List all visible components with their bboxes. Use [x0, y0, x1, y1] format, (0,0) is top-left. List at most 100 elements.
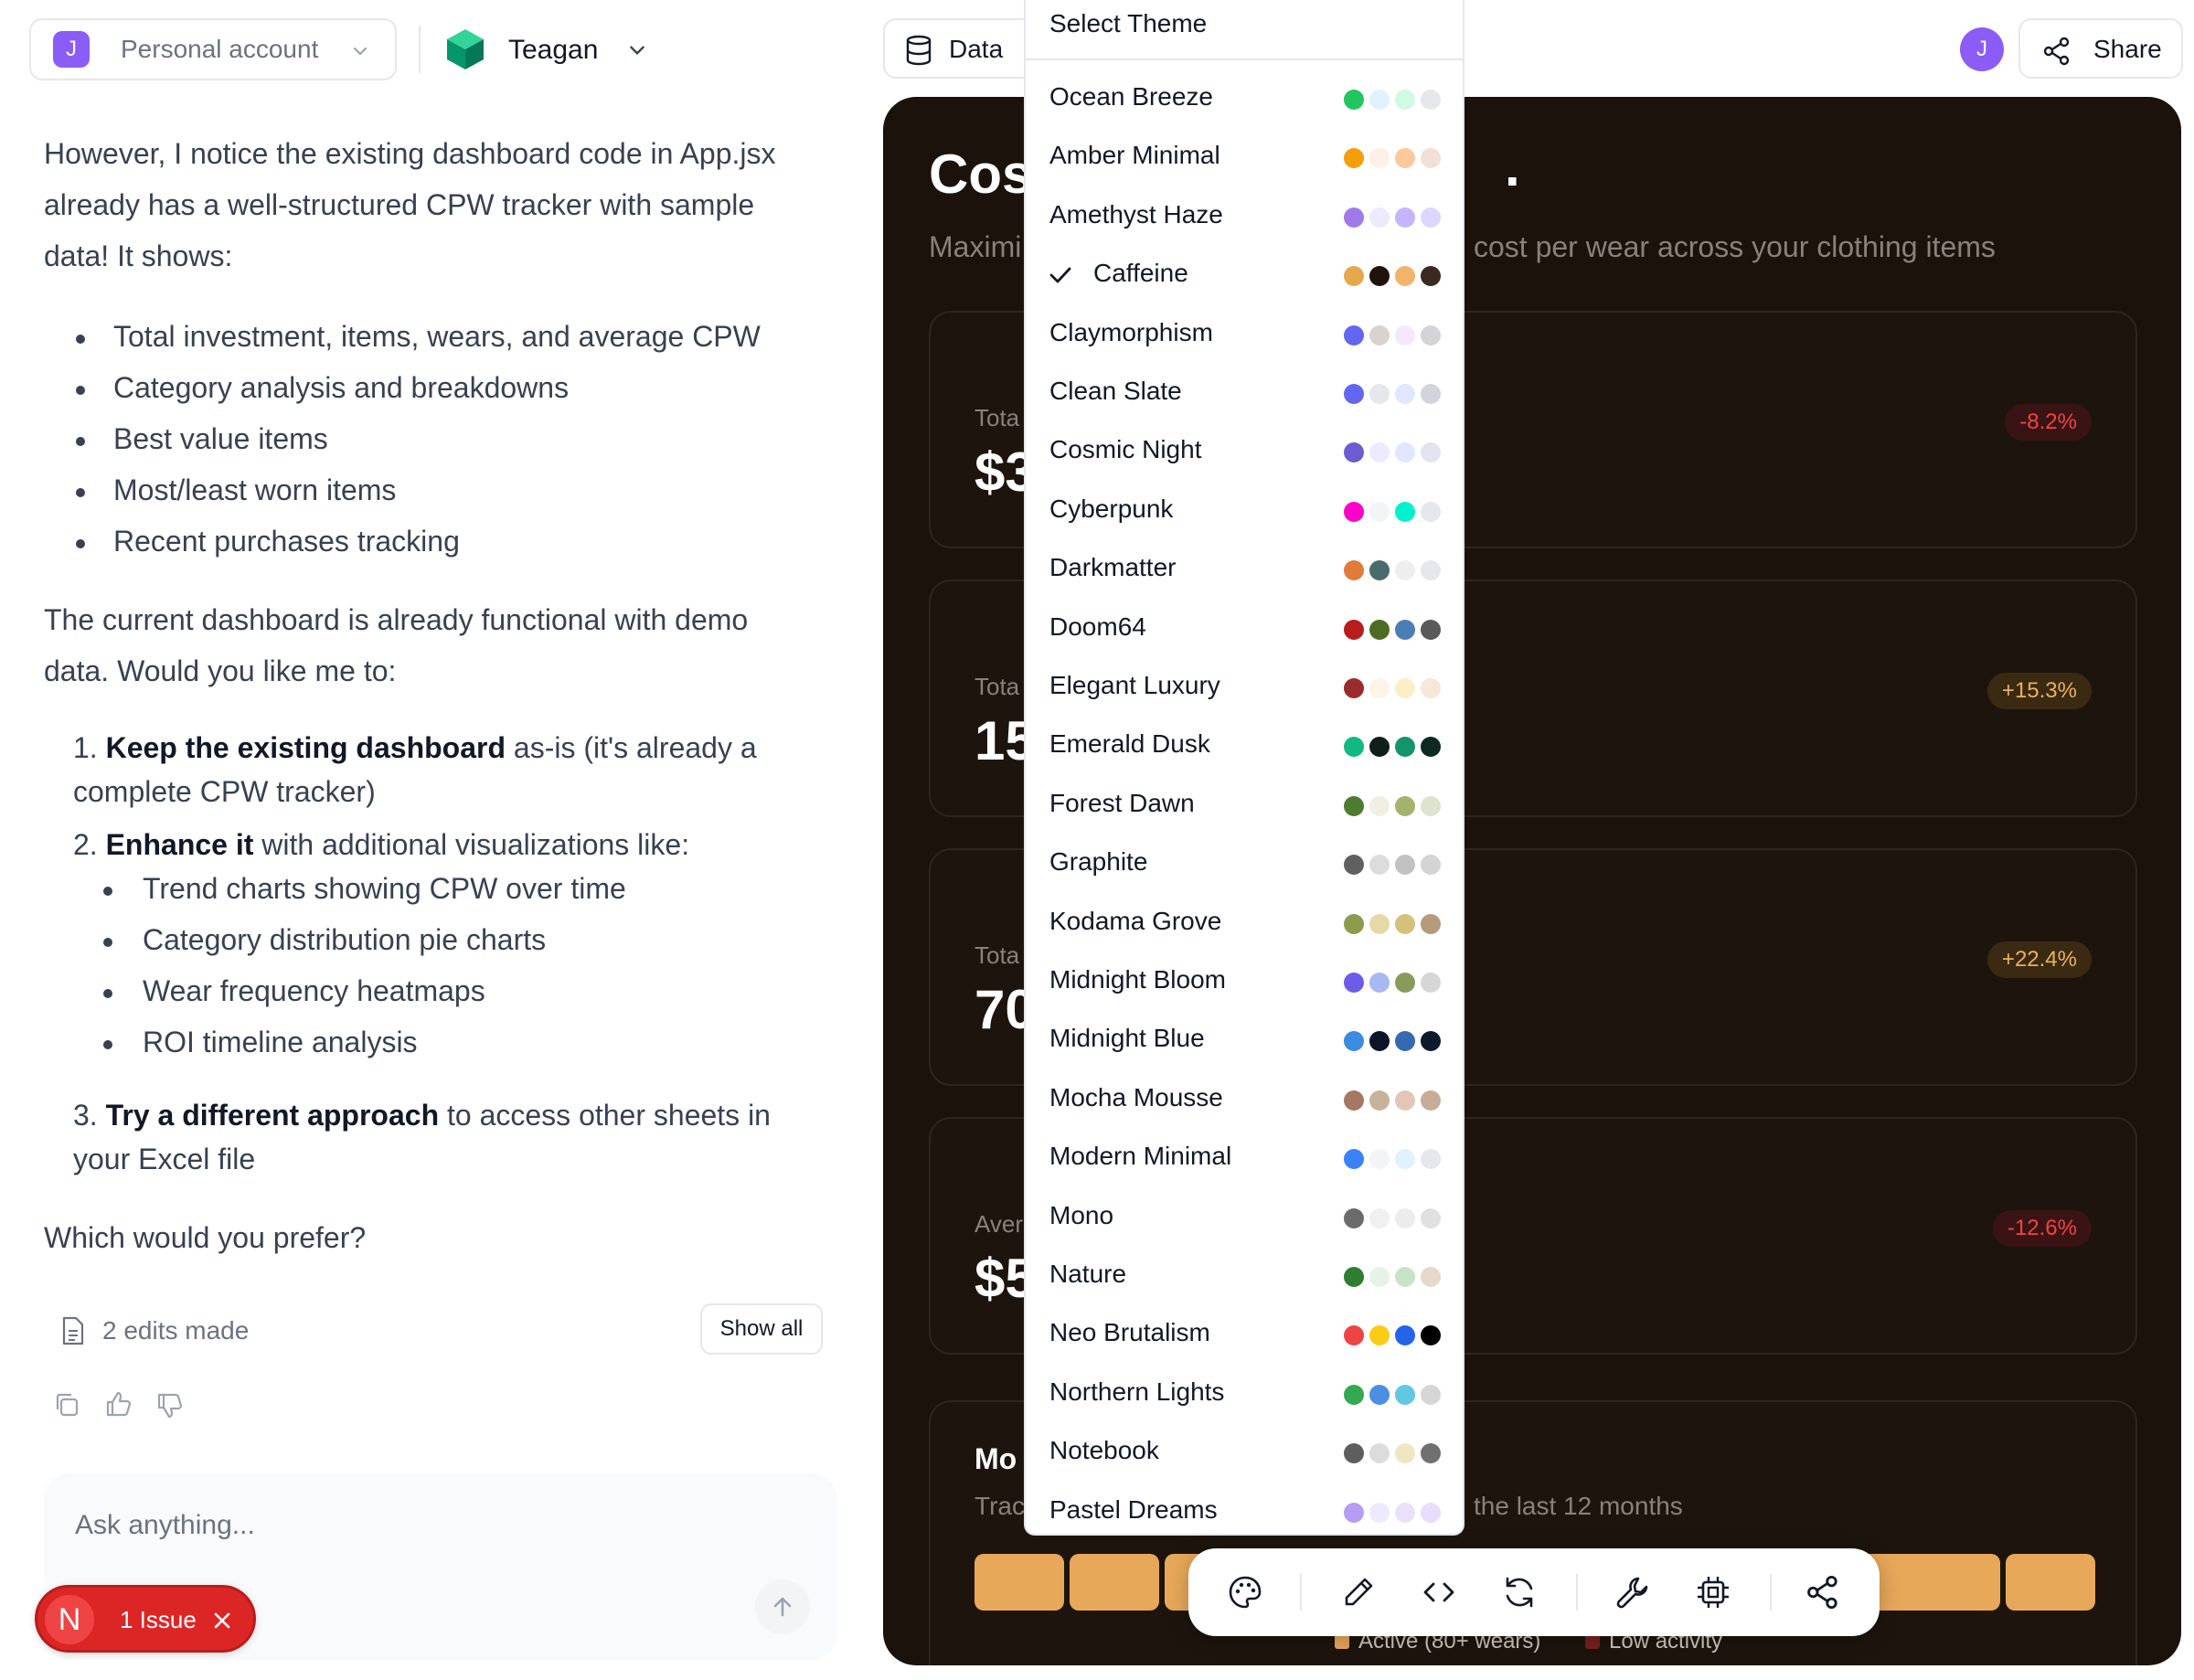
theme-option[interactable]: Caffeine — [1026, 246, 1463, 304]
theme-color-swatch — [1395, 855, 1415, 876]
theme-option[interactable]: Midnight Bloom — [1026, 952, 1463, 1011]
user-avatar[interactable]: J — [1960, 27, 2004, 71]
copy-icon[interactable] — [53, 1391, 80, 1419]
theme-option[interactable]: Neo Brutalism — [1026, 1305, 1463, 1364]
theme-option[interactable]: Emerald Dusk — [1026, 717, 1463, 775]
theme-option[interactable]: Mocha Mousse — [1026, 1070, 1463, 1129]
stat-label: Tota — [975, 404, 1020, 431]
edit-button[interactable] — [1337, 1570, 1380, 1614]
floating-toolbar — [1188, 1548, 1880, 1636]
bullet-dot — [76, 539, 85, 548]
theme-dropdown[interactable]: Select Theme Ocean Breeze Amber Minimal Am… — [1024, 0, 1464, 1536]
send-button[interactable] — [755, 1579, 810, 1634]
intro-line: data! It shows: — [44, 239, 233, 272]
theme-color-swatch — [1395, 678, 1415, 698]
edits-label: 2 edits made — [102, 1316, 250, 1345]
account-switcher[interactable]: J Personal account — [29, 18, 397, 80]
issue-label: 1 Issue — [120, 1606, 197, 1633]
thumbs-down-icon[interactable] — [155, 1391, 185, 1420]
refresh-button[interactable] — [1497, 1570, 1541, 1614]
theme-option[interactable]: Kodama Grove — [1026, 894, 1463, 952]
theme-option[interactable]: Amethyst Haze — [1026, 187, 1463, 246]
data-button[interactable]: Data — [883, 18, 1037, 79]
theme-color-swatch — [1344, 913, 1364, 934]
theme-option[interactable]: Ocean Breeze — [1026, 69, 1463, 128]
theme-color-swatch — [1395, 1149, 1415, 1170]
theme-color-swatch — [1421, 855, 1441, 876]
theme-color-swatch — [1421, 1325, 1441, 1346]
activity-cell — [1911, 1554, 2000, 1611]
intro-line: However, I notice the existing dashboard… — [44, 137, 776, 170]
title-visible-part: Cos — [929, 144, 1033, 205]
option-3: 3. Try a different approach to access ot… — [73, 1099, 771, 1132]
theme-option[interactable]: Forest Dawn — [1026, 776, 1463, 835]
theme-option[interactable]: Nature — [1026, 1247, 1463, 1305]
theme-option[interactable]: Amber Minimal — [1026, 128, 1463, 186]
change-badge: +22.4% — [1986, 941, 2092, 978]
project-name: Teagan — [508, 35, 599, 65]
theme-color-swatch — [1369, 1325, 1390, 1346]
database-icon — [906, 35, 932, 66]
theme-color-swatch — [1369, 795, 1390, 816]
bullet-dot — [103, 989, 112, 998]
theme-option[interactable]: Elegant Luxury — [1026, 658, 1463, 717]
divider — [419, 26, 421, 73]
theme-color-swatch — [1395, 207, 1415, 228]
theme-color-swatch — [1421, 1031, 1441, 1052]
theme-option[interactable]: Claymorphism — [1026, 305, 1463, 364]
theme-color-swatch — [1421, 148, 1441, 169]
theme-option[interactable]: Graphite — [1026, 835, 1463, 893]
theme-color-swatch — [1421, 913, 1441, 934]
option-number: 3. — [73, 1099, 98, 1132]
issue-badge[interactable]: N 1 Issue — [35, 1585, 256, 1653]
stat-label: Tota — [975, 673, 1020, 700]
palette-button[interactable] — [1223, 1570, 1267, 1614]
theme-color-swatch — [1344, 148, 1364, 169]
theme-color-swatch — [1421, 90, 1441, 110]
palette-icon — [1229, 1576, 1262, 1609]
activity-cell — [975, 1554, 1064, 1611]
section-subtitle-right: the last 12 months — [1474, 1492, 1683, 1520]
theme-option[interactable]: Cosmic Night — [1026, 422, 1463, 481]
theme-name: Cosmic Night — [1049, 435, 1202, 464]
theme-option[interactable]: Northern Lights — [1026, 1365, 1463, 1423]
theme-color-swatch — [1369, 1267, 1390, 1287]
theme-color-swatch — [1344, 1502, 1364, 1523]
theme-option[interactable]: Cyberpunk — [1026, 482, 1463, 540]
theme-color-swatch — [1395, 384, 1415, 404]
theme-name: Forest Dawn — [1049, 788, 1195, 817]
theme-option[interactable]: Doom64 — [1026, 600, 1463, 658]
code-button[interactable] — [1417, 1570, 1461, 1614]
paragraph-line: The current dashboard is already functio… — [44, 603, 749, 636]
theme-color-swatch — [1344, 1207, 1364, 1228]
theme-color-swatch — [1344, 619, 1364, 640]
theme-option[interactable]: Modern Minimal — [1026, 1129, 1463, 1187]
theme-option[interactable]: Clean Slate — [1026, 364, 1463, 422]
theme-option[interactable]: Mono — [1026, 1188, 1463, 1247]
section-subtitle-left: Trac — [975, 1492, 1025, 1520]
thumbs-up-icon[interactable] — [104, 1389, 133, 1419]
theme-color-swatch — [1369, 501, 1390, 522]
theme-color-swatch — [1395, 266, 1415, 287]
show-all-button[interactable]: Show all — [700, 1303, 823, 1355]
share-button[interactable]: Share — [2018, 18, 2183, 79]
theme-color-swatch — [1344, 442, 1364, 463]
theme-name: Notebook — [1049, 1436, 1159, 1465]
theme-name: Mono — [1049, 1200, 1114, 1229]
share-preview-button[interactable] — [1801, 1570, 1845, 1614]
close-icon[interactable] — [211, 1610, 233, 1632]
settings-button[interactable] — [1611, 1570, 1655, 1614]
list-item: Recent purchases tracking — [113, 525, 460, 558]
chat-input[interactable]: Ask anything... — [75, 1510, 255, 1541]
theme-option[interactable]: Notebook — [1026, 1423, 1463, 1482]
theme-option[interactable]: Midnight Blue — [1026, 1011, 1463, 1069]
option-number: 1. — [73, 731, 98, 764]
theme-option[interactable]: Pastel Dreams — [1026, 1483, 1463, 1534]
theme-option[interactable]: Darkmatter — [1026, 540, 1463, 599]
theme-color-swatch — [1344, 737, 1364, 758]
theme-color-swatch — [1344, 1443, 1364, 1464]
theme-color-swatch — [1369, 148, 1390, 169]
chip-icon — [1698, 1577, 1729, 1608]
chip-button[interactable] — [1691, 1570, 1735, 1614]
project-switcher[interactable]: Teagan — [439, 18, 676, 80]
